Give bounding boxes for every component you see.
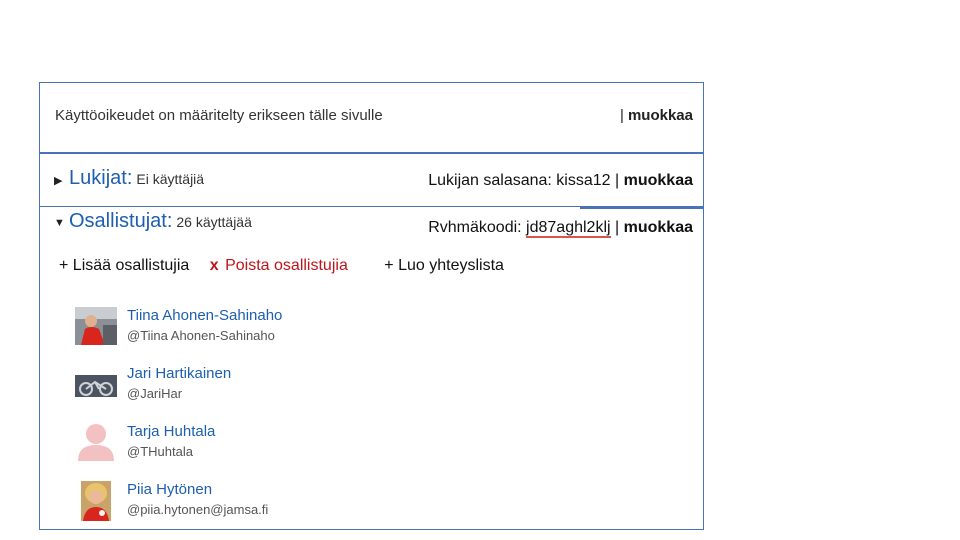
avatar: [75, 307, 117, 345]
permissions-panel: Käyttöoikeudet on määritelty erikseen tä…: [39, 82, 704, 530]
readers-heading: Lukijat: Ei käyttäjiä: [69, 167, 204, 190]
participant-actions: + Lisää osallistujia x Poista osallistuj…: [59, 257, 520, 275]
readers-edit-link[interactable]: muokkaa: [624, 172, 693, 189]
expand-triangle-icon[interactable]: ▶: [54, 174, 62, 187]
remove-participants-label: Poista osallistujia: [225, 257, 348, 274]
create-contact-list-button[interactable]: + Luo yhteyslista: [384, 257, 504, 274]
group-code-label: Rvhmäkoodi:: [428, 219, 522, 236]
user-name-link[interactable]: Piia Hytönen: [127, 481, 212, 498]
user-handle: @piia.hytonen@jamsa.fi: [127, 502, 269, 517]
group-code-group: Rvhmäkoodi: jd87aghl2klj | muokkaa: [428, 219, 693, 238]
remove-icon: x: [209, 257, 219, 274]
readers-section: ▶ Lukijat: Ei käyttäjiä Lukijan salasana:…: [40, 154, 703, 207]
divider: [580, 207, 703, 209]
collapse-triangle-icon[interactable]: ▼: [54, 217, 65, 229]
participants-section: ▼ Osallistujat: 26 käyttäjää Rvhmäkoodi: …: [40, 207, 703, 529]
remove-participants-button[interactable]: x Poista osallistujia: [210, 257, 364, 274]
access-description: Käyttöoikeudet on määritelty erikseen tä…: [55, 107, 383, 124]
access-edit-link[interactable]: muokkaa: [628, 107, 693, 124]
avatar: [81, 481, 111, 521]
user-list-item: Jari Hartikainen @JariHar: [75, 365, 475, 405]
access-edit-group: | muokkaa: [620, 107, 693, 124]
add-participants-button[interactable]: + Lisää osallistujia: [59, 257, 189, 274]
user-handle: @THuhtala: [127, 444, 193, 459]
user-name-link[interactable]: Tiina Ahonen-Sahinaho: [127, 307, 282, 324]
user-name-link[interactable]: Jari Hartikainen: [127, 365, 231, 382]
readers-password-group: Lukijan salasana: kissa12 | muokkaa: [428, 172, 693, 190]
readers-count: Ei käyttäjiä: [136, 171, 205, 187]
participants-count: 26 käyttäjää: [176, 214, 252, 230]
user-handle: @Tiina Ahonen-Sahinaho: [127, 328, 275, 343]
participants-heading: Osallistujat: 26 käyttäjää: [69, 210, 252, 233]
readers-password: Lukijan salasana: kissa12: [428, 172, 611, 189]
separator: |: [615, 219, 620, 236]
user-name-link[interactable]: Tarja Huhtala: [127, 423, 215, 440]
user-handle: @JariHar: [127, 386, 183, 401]
readers-title: Lukijat:: [69, 167, 133, 189]
group-code-edit-link[interactable]: muokkaa: [624, 219, 693, 236]
participants-title: Osallistujat:: [69, 210, 173, 232]
separator: |: [620, 107, 624, 124]
avatar: [75, 365, 117, 403]
user-list-item: Tiina Ahonen-Sahinaho @Tiina Ahonen-Sahi…: [75, 307, 475, 347]
user-list-item: Tarja Huhtala @THuhtala: [75, 423, 475, 463]
separator: |: [615, 172, 620, 189]
group-code-value: jd87aghl2klj: [526, 219, 611, 238]
access-row: Käyttöoikeudet on määritelty erikseen tä…: [40, 83, 703, 154]
user-list-item: Piia Hytönen @piia.hytonen@jamsa.fi: [75, 481, 475, 521]
default-avatar-icon: [75, 423, 117, 461]
